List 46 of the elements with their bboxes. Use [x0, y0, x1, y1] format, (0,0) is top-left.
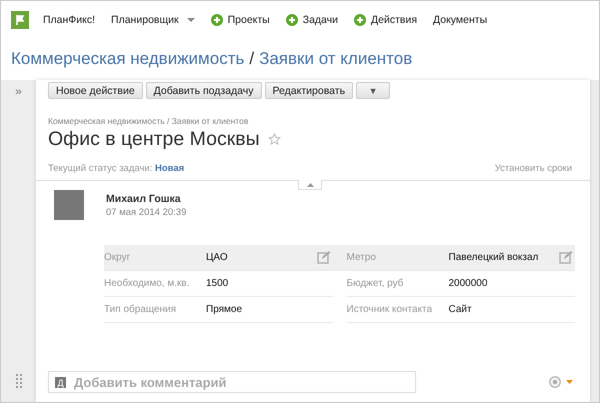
nav-link[interactable]: ПланФикс! [43, 14, 96, 26]
field-value: Сайт [448, 304, 473, 315]
post-date: 07 мая 2014 20:39 [106, 207, 186, 218]
edit-icon[interactable] [559, 251, 573, 264]
format-badge: Д [55, 377, 66, 388]
caret-icon [186, 18, 195, 22]
project-link[interactable]: Коммерческая недвижимость [11, 49, 244, 69]
task-title: Офис в центре Москвы [48, 128, 260, 151]
breadcrumb: Коммерческая недвижимость / Заявки от клиентов [48, 116, 250, 126]
field-label: Бюджет, руб [346, 278, 404, 289]
author-name: Михаил Гошка [106, 193, 182, 205]
field-value: 2000000 [448, 278, 488, 289]
avatar-photo [54, 190, 84, 220]
eye-icon[interactable] [549, 376, 561, 388]
plus-icon [354, 14, 366, 26]
triangle-icon [306, 182, 314, 186]
toolbar-button[interactable]: Новое действие [48, 82, 143, 99]
field-value: 1500 [206, 278, 230, 289]
edit-icon[interactable] [316, 251, 330, 264]
field-value: ЦАО [206, 252, 229, 263]
nav-link[interactable]: Действия [354, 14, 418, 26]
logo-icon[interactable] [11, 10, 29, 28]
nav-link[interactable]: Задачи [286, 14, 338, 26]
field-label: Округ [104, 252, 132, 263]
nav-dropdown[interactable]: Планировщик [111, 14, 195, 26]
plus-icon [210, 14, 223, 26]
more-menu-button[interactable]: ▼ [356, 82, 390, 99]
field-label: Необходимо, м.кв. [104, 278, 191, 289]
nav-link[interactable]: Проекты [210, 14, 270, 26]
caret-icon[interactable] [566, 380, 573, 384]
list-link[interactable]: Заявки от клиентов [259, 49, 412, 69]
field-label: Тип обращения [104, 304, 178, 315]
field-label: Метро [346, 252, 377, 263]
star-icon[interactable] [268, 133, 281, 146]
toolbar-button[interactable]: Добавить подзадачу [146, 82, 262, 99]
toolbar-button[interactable]: Редактировать [264, 82, 354, 99]
sidebar-toggle[interactable]: » [15, 84, 22, 98]
task-status: Текущий статус задачи: Новая [48, 163, 184, 174]
nav-link[interactable]: Документы [433, 14, 488, 26]
plus-icon [286, 14, 298, 26]
collapse-button[interactable] [298, 180, 322, 190]
drag-handle-icon [16, 374, 22, 388]
field-value: Павелецкий вокзал [448, 252, 540, 263]
field-label: Источник контакта [346, 304, 434, 315]
field-value: Прямое [206, 304, 244, 315]
breadcrumb-separator: / [249, 49, 254, 69]
